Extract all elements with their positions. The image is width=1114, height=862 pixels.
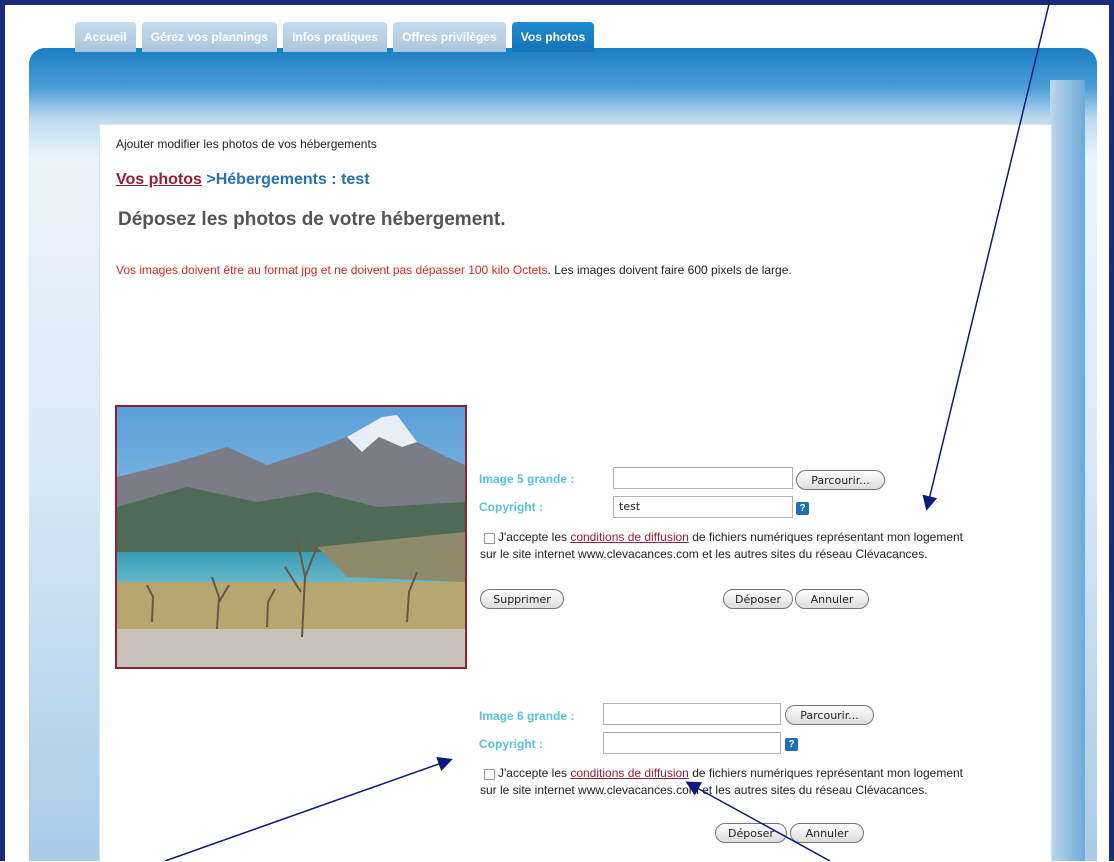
format-notice-warning: Vos images doivent être au format jpg et…: [116, 263, 548, 277]
image5-copyright-label: Copyright :: [479, 500, 543, 514]
page-subtitle: Ajouter modifier les photos de vos héber…: [116, 137, 377, 151]
uploaded-photo-5: [115, 405, 467, 669]
image5-cancel-button[interactable]: Annuler: [795, 589, 869, 609]
format-notice: Vos images doivent être au format jpg et…: [116, 263, 792, 277]
mountain-lake-photo: [117, 407, 465, 667]
image5-help-icon[interactable]: ?: [796, 502, 809, 515]
page-title: Déposez les photos de votre hébergement.: [118, 209, 506, 230]
image5-conditions-link[interactable]: conditions de diffusion: [570, 530, 689, 544]
breadcrumb-link-vos-photos[interactable]: Vos photos: [116, 171, 202, 188]
image6-accept-before: J'accepte les: [498, 766, 571, 780]
image5-delete-button[interactable]: Supprimer: [480, 589, 564, 609]
image5-file-input[interactable]: [613, 467, 793, 489]
image6-cancel-button[interactable]: Annuler: [790, 823, 864, 843]
breadcrumb-current: >Hébergements : test: [201, 171, 370, 188]
image6-copyright-input[interactable]: [603, 732, 781, 754]
image5-copyright-input[interactable]: test: [613, 496, 793, 518]
tab-plannings[interactable]: Gérez vos plannings: [141, 22, 278, 52]
tab-accueil[interactable]: Accueil: [75, 22, 136, 52]
tab-vos-photos[interactable]: Vos photos: [511, 22, 595, 52]
image5-label: Image 5 grande :: [479, 472, 575, 486]
format-notice-info: . Les images doivent faire 600 pixels de…: [547, 263, 792, 277]
image6-browse-button[interactable]: Parcourir...: [785, 705, 874, 725]
image6-copyright-label: Copyright :: [479, 737, 543, 751]
image6-label: Image 6 grande :: [479, 709, 575, 723]
image5-submit-button[interactable]: Déposer: [723, 589, 793, 609]
image5-browse-button[interactable]: Parcourir...: [796, 470, 885, 490]
image6-submit-button[interactable]: Déposer: [715, 823, 787, 843]
image5-accept-text: J'accepte les conditions de diffusion de…: [480, 529, 970, 563]
image5-accept-before: J'accepte les: [498, 530, 571, 544]
image6-conditions-link[interactable]: conditions de diffusion: [570, 766, 689, 780]
panel-side-shade: [1050, 80, 1085, 861]
image6-accept-text: J'accepte les conditions de diffusion de…: [480, 765, 970, 799]
nav-tabs: Accueil Gérez vos plannings Infos pratiq…: [75, 22, 595, 52]
tab-offres[interactable]: Offres privilèges: [393, 22, 506, 52]
image6-file-input[interactable]: [603, 703, 781, 725]
breadcrumb: Vos photos >Hébergements : test: [116, 171, 370, 189]
tab-infos[interactable]: Infos pratiques: [283, 22, 388, 52]
image6-help-icon[interactable]: ?: [785, 738, 798, 751]
